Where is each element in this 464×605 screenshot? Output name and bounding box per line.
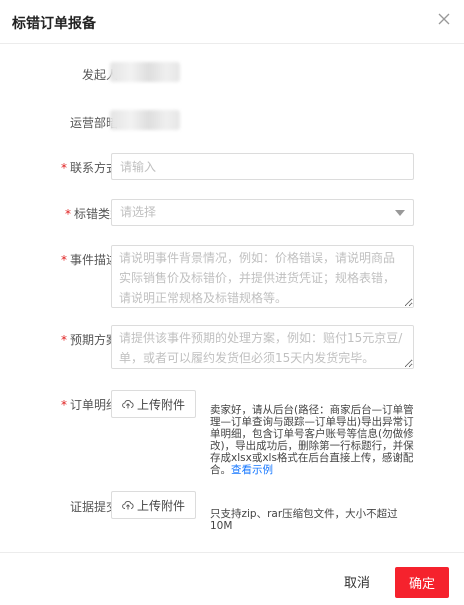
- required-mark: *: [60, 253, 67, 267]
- evidence-upload-button[interactable]: 上传附件: [111, 491, 196, 519]
- evidence-note: 只支持zip、rar压缩包文件，大小不超过10M: [210, 508, 398, 532]
- cancel-button[interactable]: 取消: [335, 567, 379, 595]
- dialog-title: 标错订单报备: [12, 16, 96, 32]
- required-mark: *: [60, 333, 67, 347]
- caret-down-icon: [395, 210, 405, 216]
- order-detail-note: 卖家好，请从后台(路径：商家后台—订单管理—订单查询与跟踪—订单导出)导出异常订…: [210, 404, 415, 476]
- dialog-footer: 取消 确定: [0, 552, 464, 605]
- event-desc-textarea[interactable]: [111, 245, 414, 308]
- order-upload-label: 上传附件: [136, 397, 185, 412]
- department-value-redacted: [110, 110, 180, 130]
- error-type-placeholder: 请选择: [120, 205, 157, 219]
- error-type-select[interactable]: 请选择: [111, 199, 414, 226]
- evidence-upload-label: 上传附件: [136, 498, 185, 513]
- view-example-link[interactable]: 查看示例: [231, 464, 273, 476]
- initiator-value-redacted: [110, 62, 180, 82]
- cloud-upload-icon: [122, 500, 134, 510]
- confirm-button[interactable]: 确定: [395, 567, 449, 598]
- close-icon[interactable]: [436, 11, 452, 27]
- dialog-header: 标错订单报备: [0, 0, 464, 44]
- plan-textarea[interactable]: [111, 325, 414, 369]
- order-upload-button[interactable]: 上传附件: [111, 390, 196, 418]
- required-mark: *: [60, 161, 67, 175]
- contact-input[interactable]: [111, 153, 414, 180]
- required-mark: *: [60, 398, 67, 412]
- cloud-upload-icon: [122, 399, 134, 409]
- required-mark: *: [64, 207, 71, 221]
